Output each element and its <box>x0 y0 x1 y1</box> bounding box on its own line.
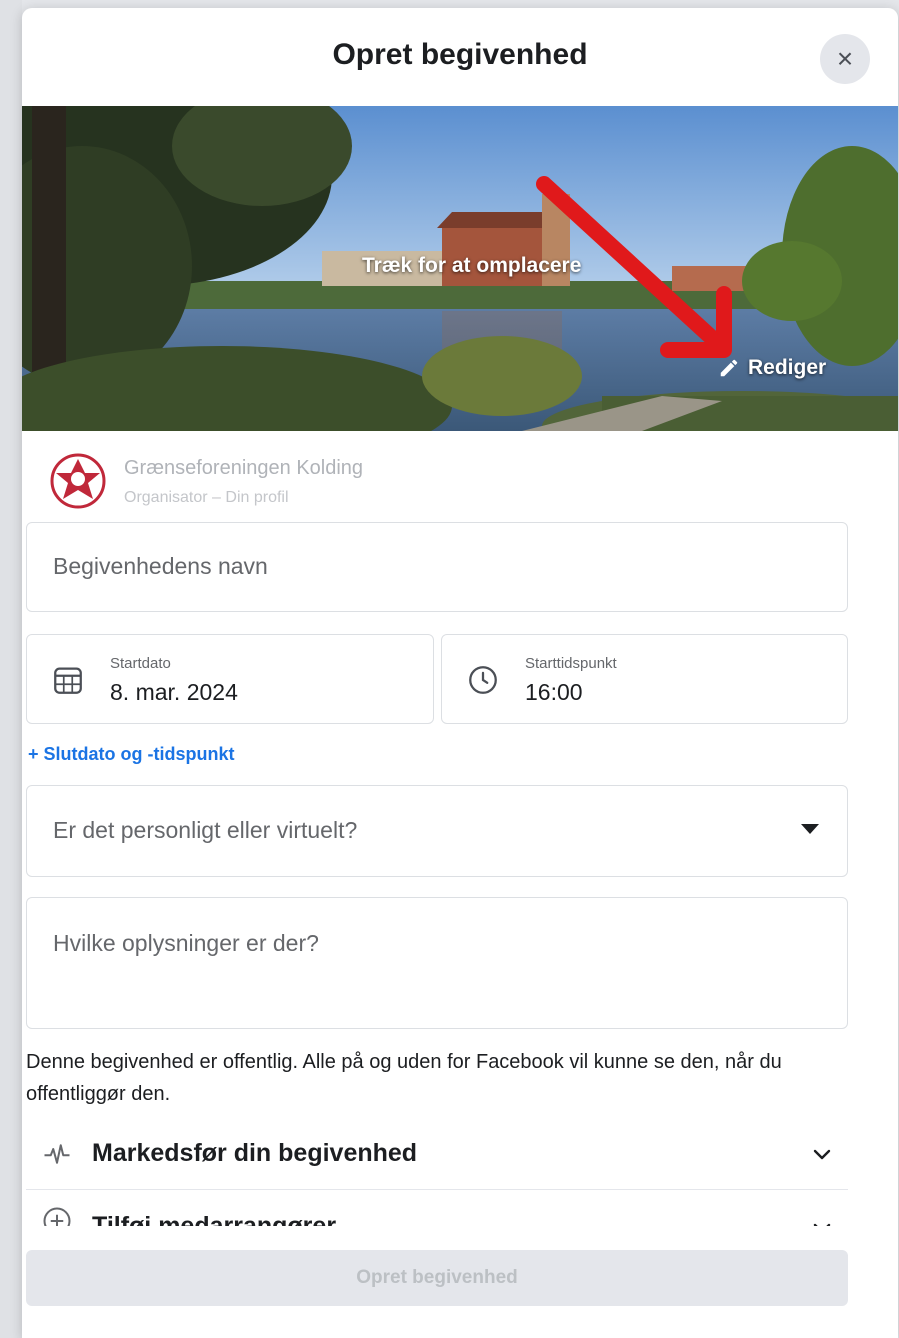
edit-cover-label: Rediger <box>748 356 827 379</box>
location-type-select[interactable]: Er det personligt eller virtuelt? <box>26 785 848 877</box>
start-date-field[interactable]: Startdato 8. mar. 2024 <box>26 634 434 724</box>
description-placeholder: Hvilke oplysninger er der? <box>53 930 319 956</box>
start-time-field[interactable]: Starttidspunkt 16:00 <box>441 634 848 724</box>
caret-down-icon <box>801 824 819 834</box>
start-date-label: Startdato <box>110 655 171 672</box>
page-background <box>0 0 22 1338</box>
drag-to-reposition-hint: Træk for at omplacere <box>362 254 582 277</box>
calendar-icon <box>54 667 82 694</box>
promote-event-label: Markedsfør din begivenhed <box>92 1139 418 1167</box>
organizer-role: Organisator – Din profil <box>124 489 289 506</box>
add-circle-icon <box>40 1204 74 1226</box>
start-time-value: 16:00 <box>525 679 583 705</box>
create-event-button[interactable]: Opret begivenhed <box>26 1250 848 1306</box>
pulse-icon <box>40 1137 74 1171</box>
add-cohosts-row[interactable]: Tilføj medarrangører <box>26 1190 848 1226</box>
clock-icon <box>469 666 497 694</box>
event-name-placeholder: Begivenhedens navn <box>53 553 268 579</box>
location-type-placeholder: Er det personligt eller virtuelt? <box>53 817 358 843</box>
organizer-name: Grænseforeningen Kolding <box>124 457 364 479</box>
organizer-row: Grænseforeningen Kolding Organisator – D… <box>22 431 898 531</box>
chevron-down-icon <box>813 1149 831 1159</box>
start-time-label: Starttidspunkt <box>525 655 617 672</box>
dialog-title: Opret begivenhed <box>332 38 588 71</box>
privacy-notice: Denne begivenhed er offentlig. Alle på o… <box>26 1051 782 1105</box>
close-icon: × <box>836 43 854 74</box>
event-name-input[interactable]: Begivenhedens navn <box>26 522 848 612</box>
pencil-icon <box>720 359 738 377</box>
close-button[interactable]: × <box>820 34 870 84</box>
description-textarea[interactable]: Hvilke oplysninger er der? <box>26 897 848 1029</box>
start-date-value: 8. mar. 2024 <box>110 679 238 705</box>
add-end-date-link[interactable]: + Slutdato og -tidspunkt <box>28 744 234 765</box>
chevron-down-icon <box>813 1223 831 1226</box>
cover-photo[interactable]: Træk for at omplacere Rediger <box>22 106 898 431</box>
edit-cover-button[interactable]: Rediger <box>718 356 826 380</box>
dialog-header: Opret begivenhed × <box>22 8 898 106</box>
promote-event-row[interactable]: Markedsfør din begivenhed <box>26 1118 848 1190</box>
organizer-avatar <box>50 453 106 509</box>
add-cohosts-label: Tilføj medarrangører <box>92 1212 337 1226</box>
